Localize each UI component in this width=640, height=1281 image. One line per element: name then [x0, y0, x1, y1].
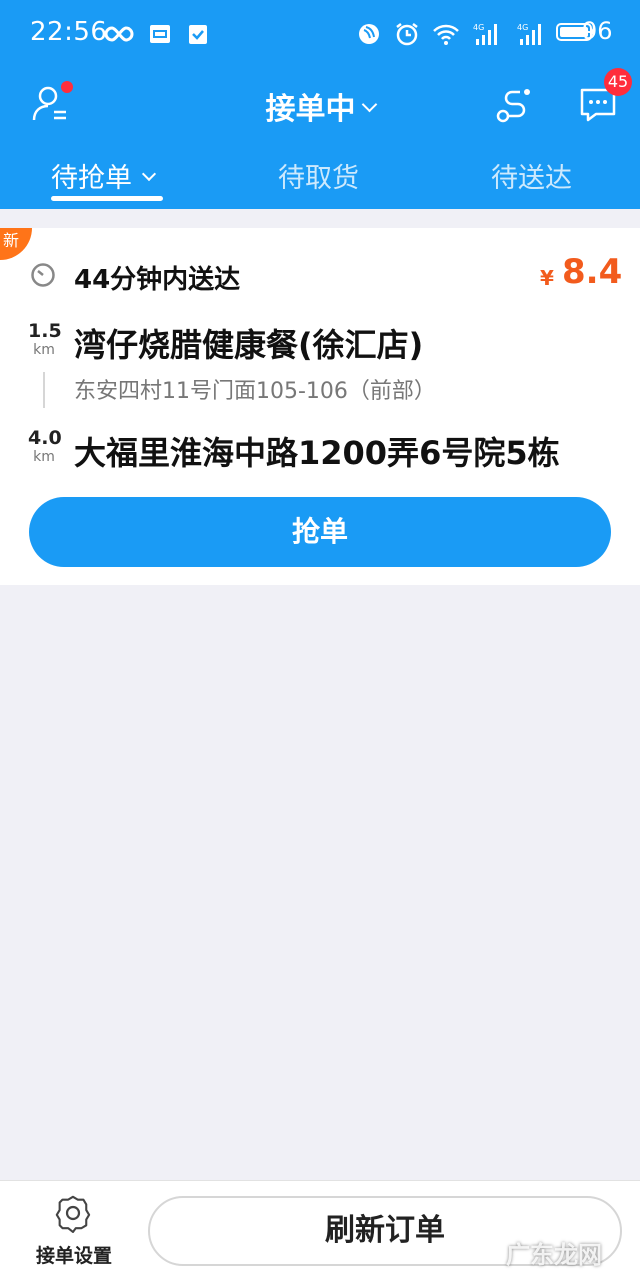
- alarm-icon: [396, 23, 418, 46]
- battery-level: 96: [582, 17, 613, 45]
- header: 22:56 4G 4G 96 接单中 45 待抢单 待取货 待送达: [0, 0, 640, 209]
- svg-text:4G: 4G: [517, 23, 528, 32]
- watermark: 广东龙网: [506, 1241, 602, 1269]
- distance-unit: km: [33, 342, 55, 358]
- status-bar: 22:56 4G 4G 96: [0, 0, 640, 68]
- pickup-address: 东安四村11号门面105-106（前部）: [74, 379, 436, 404]
- nfc-icon: [359, 24, 379, 44]
- tab-pending-grab[interactable]: 待抢单: [51, 156, 157, 195]
- active-tab-indicator: [51, 196, 163, 201]
- grab-order-button[interactable]: 抢单: [29, 497, 611, 567]
- timer-icon: [31, 263, 55, 287]
- notification-icons: [104, 18, 210, 50]
- work-status-label: 接单中: [265, 92, 356, 127]
- pickup-distance: 1.5 km: [28, 320, 62, 358]
- work-status-dropdown[interactable]: 接单中: [0, 84, 640, 128]
- currency-symbol: ¥: [540, 266, 554, 290]
- dropoff-distance: 4.0 km: [28, 427, 62, 465]
- distance-value: 1.5: [28, 320, 62, 342]
- order-card[interactable]: 新 44分钟内送达 ¥ 8.4 1.5 km 4.0 km 湾仔烧腊健康餐(徐汇…: [0, 228, 640, 585]
- new-order-tag: 新: [0, 228, 32, 260]
- nav-bar: 接单中: [0, 68, 640, 140]
- chevron-down-icon: [141, 166, 157, 182]
- order-settings-label[interactable]: 接单设置: [28, 1241, 120, 1268]
- infinity-icon: [104, 26, 134, 42]
- message-badge: 45: [604, 68, 632, 96]
- route-map-icon[interactable]: [493, 82, 537, 126]
- tab-pending-delivery[interactable]: 待送达: [491, 156, 572, 195]
- bottom-bar: 接单设置 刷新订单 广东龙网: [0, 1180, 640, 1281]
- signal-4g-icon: 4G: [473, 23, 497, 45]
- delivery-time-limit: 44分钟内送达: [74, 265, 241, 295]
- status-time: 22:56: [30, 17, 108, 47]
- distance-value: 4.0: [28, 427, 62, 449]
- chevron-down-icon: [361, 96, 377, 113]
- pickup-shop-name: 湾仔烧腊健康餐(徐汇店): [74, 326, 424, 364]
- order-price: 8.4: [562, 252, 623, 292]
- system-icons: 4G 4G: [356, 18, 548, 50]
- svg-text:4G: 4G: [473, 23, 484, 32]
- gear-icon[interactable]: [53, 1193, 93, 1233]
- distance-unit: km: [33, 449, 55, 465]
- toutiao-icon: [150, 25, 170, 43]
- tab-label: 待取货: [278, 163, 359, 194]
- route-connector: [43, 372, 45, 408]
- tab-label: 待抢单: [51, 163, 132, 194]
- tab-label: 待送达: [491, 163, 572, 194]
- wifi-icon: [433, 24, 459, 45]
- signal-4g-icon: 4G: [517, 23, 541, 45]
- task-icon: [189, 25, 207, 44]
- dropoff-address: 大福里淮海中路1200弄6号院5栋: [74, 434, 560, 472]
- tab-pending-pickup[interactable]: 待取货: [278, 156, 359, 195]
